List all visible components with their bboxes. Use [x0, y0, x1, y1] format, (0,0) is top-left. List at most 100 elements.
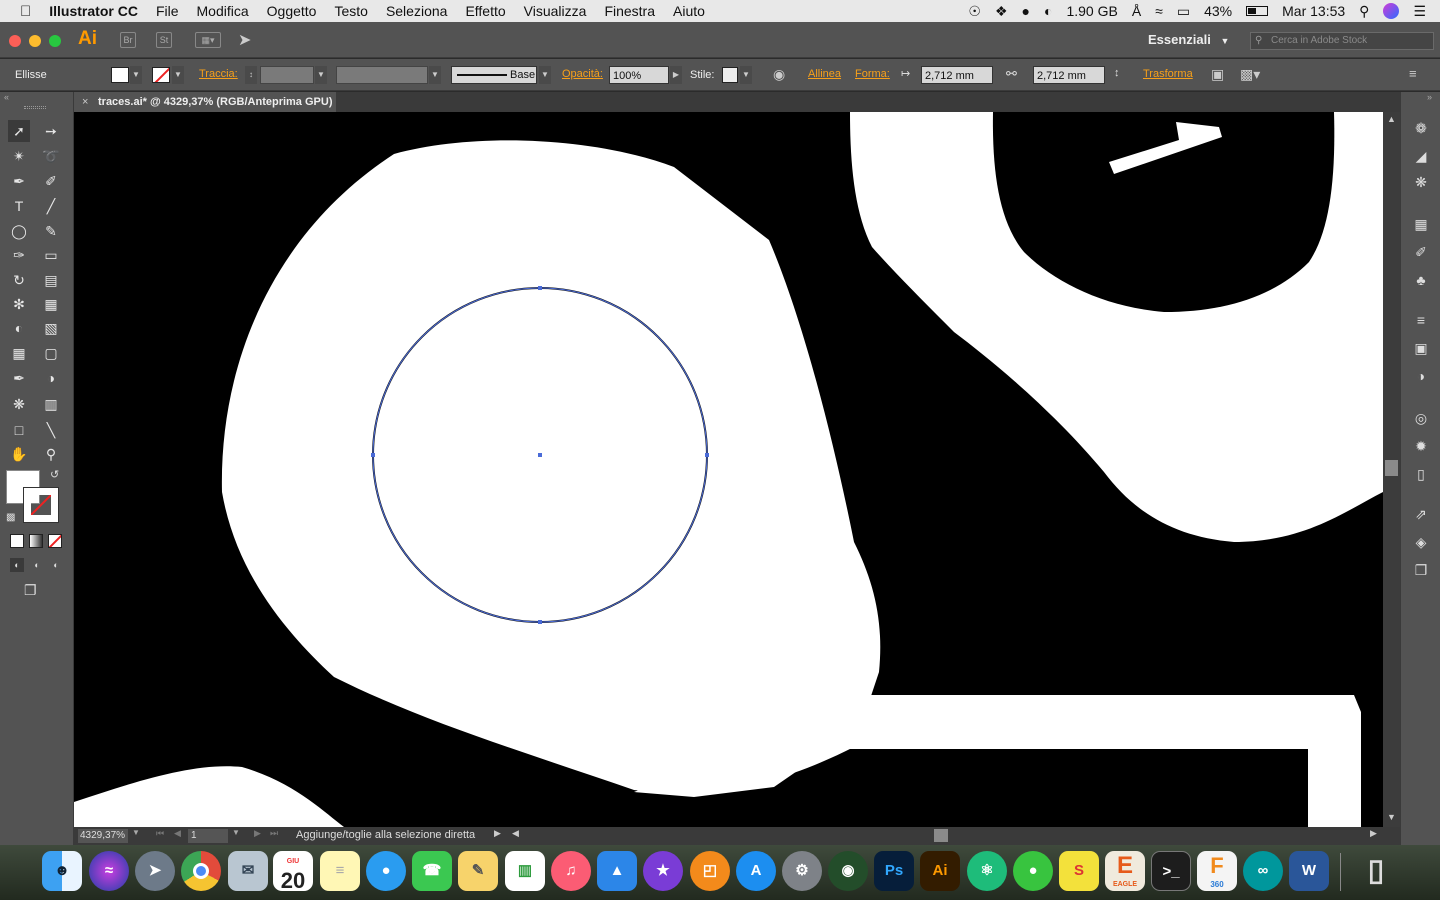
menu-file[interactable]: File: [156, 3, 179, 19]
column-graph-tool-icon[interactable]: ▥: [40, 393, 62, 415]
draw-normal-icon[interactable]: ◐: [10, 558, 24, 572]
airplay-icon[interactable]: ▭: [1177, 3, 1190, 20]
export-icon[interactable]: ⇗: [1411, 504, 1431, 524]
gradient-tool-icon[interactable]: ▢: [40, 342, 62, 364]
artboard-canvas[interactable]: [74, 112, 1383, 827]
siri-icon[interactable]: [1383, 3, 1400, 19]
magic-wand-tool-icon[interactable]: ✴: [8, 145, 30, 167]
close-window-button[interactable]: [9, 35, 21, 47]
opacity-dropdown[interactable]: ▶: [670, 66, 682, 84]
globe-app-icon[interactable]: ◉: [828, 851, 868, 891]
first-artboard-button[interactable]: ⏮: [156, 828, 164, 839]
creative-cloud-icon[interactable]: ☉: [968, 3, 981, 20]
transform-link[interactable]: Trasforma: [1143, 68, 1193, 80]
atom-icon[interactable]: ⚛: [967, 851, 1007, 891]
launchpad-icon[interactable]: ➤: [135, 851, 175, 891]
symbols-icon[interactable]: ♣: [1411, 270, 1431, 290]
menu-visualizza[interactable]: Visualizza: [524, 3, 587, 19]
swatches-icon[interactable]: ▦: [1411, 214, 1431, 234]
battery-icon[interactable]: [1246, 6, 1269, 16]
eraser-tool-icon[interactable]: ▭: [40, 244, 62, 266]
menu-finestra[interactable]: Finestra: [604, 3, 655, 19]
messages-icon[interactable]: ●: [366, 851, 406, 891]
graphic-style-swatch[interactable]: [722, 67, 738, 83]
arrange-documents-button[interactable]: ▦▾: [195, 32, 221, 48]
asset-export-icon[interactable]: ▯: [1411, 464, 1431, 484]
memory-icon[interactable]: ◐: [1044, 3, 1052, 19]
spotlight-icon[interactable]: ⚲: [1359, 3, 1369, 20]
color-panel-icon[interactable]: ◢: [1411, 146, 1431, 166]
sublime-icon[interactable]: S: [1059, 851, 1099, 891]
imovie-icon[interactable]: ★: [643, 851, 683, 891]
none-mode-button[interactable]: [48, 534, 62, 548]
gpu-performance-icon[interactable]: ➤: [238, 30, 251, 50]
system-preferences-icon[interactable]: ⚙: [782, 851, 822, 891]
variable-width-profile[interactable]: [336, 66, 428, 84]
stroke-weight-stepper[interactable]: ↕: [245, 66, 257, 84]
document-tab[interactable]: × traces.ai* @ 4329,37% (RGB/Anteprima G…: [74, 92, 336, 112]
artboard-dropdown[interactable]: ▼: [232, 828, 240, 837]
free-transform-tool-icon[interactable]: ▦: [40, 293, 62, 315]
dropbox-icon[interactable]: ❖: [995, 3, 1008, 20]
cc-libraries-icon[interactable]: ❋: [1411, 172, 1431, 192]
next-artboard-button[interactable]: ▶: [254, 828, 261, 839]
graphic-style-dropdown[interactable]: ▼: [740, 66, 752, 84]
shaper-tool-icon[interactable]: ✑: [8, 244, 30, 266]
opacity-label[interactable]: Opacità:: [562, 68, 603, 80]
zoom-level-field[interactable]: 4329,37%: [78, 829, 128, 843]
selection-tool-icon[interactable]: ➚: [8, 120, 30, 142]
direct-selection-tool-icon[interactable]: ➙: [40, 120, 62, 142]
siri-dock-icon[interactable]: ≈: [89, 851, 129, 891]
stroke-color-box[interactable]: [23, 487, 59, 523]
symbol-sprayer-tool-icon[interactable]: ❋: [8, 393, 30, 415]
artboard-tool-icon[interactable]: □: [8, 419, 30, 441]
color-mode-button[interactable]: [10, 534, 24, 548]
width-tool-icon[interactable]: ✻: [8, 293, 30, 315]
scroll-left-arrow[interactable]: ◀: [512, 828, 519, 839]
brushes-icon[interactable]: ✐: [1411, 242, 1431, 262]
trash-icon[interactable]: ▯: [1356, 851, 1396, 891]
lasso-tool-icon[interactable]: ➰: [40, 145, 62, 167]
itunes-icon[interactable]: ♫: [551, 851, 591, 891]
arduino-icon[interactable]: ∞: [1243, 851, 1283, 891]
stroke-weight-field[interactable]: [260, 66, 314, 84]
vertical-scrollbar[interactable]: ▲ ▼: [1383, 112, 1400, 827]
mesh-tool-icon[interactable]: ▦: [8, 342, 30, 364]
photoshop-icon[interactable]: Ps: [874, 851, 914, 891]
line-chat-icon[interactable]: ●: [1013, 851, 1053, 891]
horizontal-scroll-thumb[interactable]: [934, 829, 948, 842]
calendar-icon[interactable]: GIU 20: [273, 851, 313, 893]
graphic-styles-icon[interactable]: ✹: [1411, 436, 1431, 456]
finder-icon[interactable]: ☻: [42, 851, 82, 891]
app-store-icon[interactable]: A: [736, 851, 776, 891]
preview-icon[interactable]: ✉: [228, 851, 268, 891]
fill-dropdown[interactable]: ▼: [130, 66, 142, 84]
stroke-swatch[interactable]: [152, 67, 170, 83]
stock-button[interactable]: St: [156, 32, 172, 48]
perspective-grid-tool-icon[interactable]: ▧: [40, 317, 62, 339]
fusion-360-icon[interactable]: F 360: [1197, 851, 1237, 891]
ibooks-icon[interactable]: ◰: [690, 851, 730, 891]
default-fill-stroke-icon[interactable]: ▩: [6, 512, 15, 523]
stroke-weight-dropdown[interactable]: ▼: [315, 66, 327, 84]
transparency-icon[interactable]: ◑: [1411, 366, 1431, 386]
panel-grip[interactable]: [24, 106, 46, 109]
shape-width-field[interactable]: 2,712 mm: [921, 66, 993, 84]
scroll-right-arrow[interactable]: ▶: [1370, 828, 1377, 839]
chrome-icon[interactable]: [181, 851, 221, 891]
ellipse-tool-icon[interactable]: ◯: [8, 220, 30, 242]
draw-behind-icon[interactable]: ◐: [30, 558, 44, 572]
align-link[interactable]: Allinea: [808, 68, 841, 80]
illustrator-dock-icon[interactable]: Ai: [920, 851, 960, 891]
shape-builder-tool-icon[interactable]: ◐: [8, 317, 30, 339]
word-icon[interactable]: W: [1289, 851, 1329, 891]
menu-modifica[interactable]: Modifica: [197, 3, 249, 19]
eyedropper-tool-icon[interactable]: ✒: [8, 367, 30, 389]
notes-icon[interactable]: ≡: [320, 851, 360, 891]
menu-oggetto[interactable]: Oggetto: [267, 3, 317, 19]
canvas-artwork[interactable]: [74, 112, 1383, 827]
shape-link[interactable]: Forma:: [855, 68, 890, 80]
scroll-up-arrow[interactable]: ▲: [1387, 114, 1396, 124]
zoom-dropdown[interactable]: ▼: [132, 828, 140, 837]
numbers-icon[interactable]: ▥: [505, 851, 545, 891]
